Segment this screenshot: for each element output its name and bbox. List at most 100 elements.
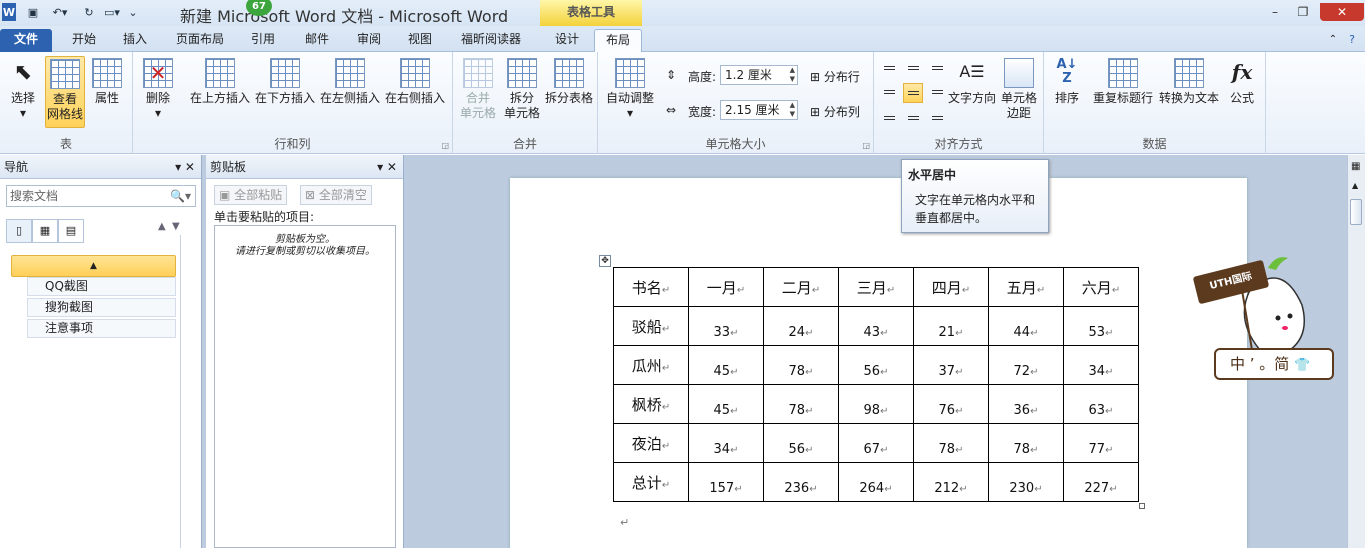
table-cell[interactable]: 五月↵ [988,267,1064,307]
insert-below-button[interactable]: 在下方插入 [254,58,316,106]
spin-arrows-icon[interactable]: ▲ ▼ [790,66,795,84]
table-cell[interactable]: 夜泊↵ [613,423,689,463]
nav-item[interactable]: QQ截图 [27,277,176,296]
pane-close-icon[interactable]: ▾ ✕ [175,155,195,179]
align-top-center-icon[interactable] [904,60,922,76]
align-top-left-icon[interactable] [880,60,898,76]
align-middle-right-icon[interactable] [928,84,946,100]
table-cell[interactable]: 264↵ [838,462,914,502]
table-cell[interactable]: 一月↵ [688,267,764,307]
height-input[interactable]: 1.2 厘米 ▲ ▼ [720,65,798,85]
table-cell[interactable]: 72↵ [988,345,1064,385]
skin-shirt-icon[interactable]: 👕 [1294,358,1310,373]
align-bottom-center-icon[interactable] [904,110,922,126]
table-cell[interactable]: 78↵ [763,384,839,424]
distribute-rows-button[interactable]: ⊞ 分布行 [810,68,860,85]
tab-file[interactable]: 文件 [0,29,52,52]
table-cell[interactable]: 二月↵ [763,267,839,307]
table-cell[interactable]: 76↵ [913,384,989,424]
cell-margins-button[interactable]: 单元格 边距 [998,58,1040,121]
tab-design[interactable]: 设计 [544,29,590,52]
table-cell[interactable]: 三月↵ [838,267,914,307]
tab-insert[interactable]: 插入 [112,29,158,52]
paste-all-button[interactable]: ▣ 全部粘贴 [214,185,288,205]
tab-layout[interactable]: 布局 [594,29,642,52]
table-cell[interactable]: 驳船↵ [613,306,689,346]
table-cell[interactable]: 33↵ [688,306,764,346]
table-cell[interactable]: 63↵ [1063,384,1139,424]
pane-close-icon[interactable]: ▾ ✕ [377,155,397,179]
table-cell[interactable]: 六月↵ [1063,267,1139,307]
scroll-up-icon[interactable]: ▲ [1352,181,1358,190]
word-app-icon[interactable]: W [2,3,16,21]
insert-right-button[interactable]: 在右侧插入 [384,58,446,106]
convert-to-text-button[interactable]: 转换为文本 [1156,58,1222,106]
table-cell[interactable]: 36↵ [988,384,1064,424]
text-direction-button[interactable]: A☰ 文字方向 [946,58,998,106]
headings-view-icon[interactable]: ▯ [6,219,32,243]
table-cell[interactable]: 枫桥↵ [613,384,689,424]
table-cell[interactable]: 四月↵ [913,267,989,307]
align-bottom-left-icon[interactable] [880,110,898,126]
table-cell[interactable]: 67↵ [838,423,914,463]
table-cell[interactable]: 44↵ [988,306,1064,346]
tab-home[interactable]: 开始 [58,29,110,52]
table-cell[interactable]: 总计↵ [613,462,689,502]
table-cell[interactable]: 230↵ [988,462,1064,502]
table-cell[interactable]: 56↵ [763,423,839,463]
table-cell[interactable]: 227↵ [1063,462,1139,502]
view-gridlines-button[interactable]: 查看 网格线 [45,56,85,128]
ruler-toggle-icon[interactable]: ▦ [1351,161,1360,172]
formula-button[interactable]: fx 公式 [1224,58,1260,106]
table-cell[interactable]: 53↵ [1063,306,1139,346]
table-cell[interactable]: 43↵ [838,306,914,346]
undo-icon[interactable]: ↶▾ [48,3,72,21]
vertical-scrollbar[interactable]: ▦ ▲ [1347,155,1365,548]
dialog-launcher-icon[interactable]: ◲ [441,141,449,150]
table-move-handle-icon[interactable]: ✥ [599,255,611,267]
align-bottom-right-icon[interactable] [928,110,946,126]
table-cell[interactable]: 212↵ [913,462,989,502]
tab-review[interactable]: 审阅 [346,29,392,52]
table-cell[interactable]: 56↵ [838,345,914,385]
sort-button[interactable]: A↓ Z 排序 [1050,58,1084,106]
open-folder-icon[interactable]: ▭▾ [102,3,122,21]
width-input[interactable]: 2.15 厘米 ▲ ▼ [720,100,798,120]
table-cell[interactable]: 45↵ [688,384,764,424]
repeat-header-rows-button[interactable]: 重复标题行 [1090,58,1156,106]
merge-cells-button[interactable]: 合并 单元格 [457,58,499,121]
collapse-heading-icon[interactable]: ▲ [11,255,176,277]
redo-icon[interactable]: ↻ [80,3,98,21]
spin-arrows-icon[interactable]: ▲ ▼ [790,101,795,119]
table-cell[interactable]: 78↵ [913,423,989,463]
table-cell[interactable]: 34↵ [688,423,764,463]
table-cell[interactable]: 书名↵ [613,267,689,307]
results-view-icon[interactable]: ▤ [58,219,84,243]
search-input[interactable]: 搜索文档 🔍▾ [6,185,196,207]
table-cell[interactable]: 77↵ [1063,423,1139,463]
table-cell[interactable]: 78↵ [988,423,1064,463]
insert-above-button[interactable]: 在上方插入 [189,58,251,106]
table-cell[interactable]: 45↵ [688,345,764,385]
table-cell[interactable]: 157↵ [688,462,764,502]
table-cell[interactable]: 98↵ [838,384,914,424]
customize-toolbar-icon[interactable]: ⌄ [126,3,140,21]
document-table[interactable]: 书名↵ 一月↵ 二月↵ 三月↵ 四月↵ 五月↵ 六月↵ 驳船↵ 33↵ 24↵ 43↵ 21↵ 44↵ 5… [613,267,1139,502]
distribute-columns-button[interactable]: ⊞ 分布列 [810,103,860,120]
split-cells-button[interactable]: 拆分 单元格 [501,58,543,121]
table-cell[interactable]: 21↵ [913,306,989,346]
properties-button[interactable]: 属性 [90,58,124,106]
save-icon[interactable]: ▣ [24,3,42,21]
insert-left-button[interactable]: 在左侧插入 [319,58,381,106]
minimize-button[interactable]: – [1262,3,1288,21]
table-cell[interactable]: 瓜州↵ [613,345,689,385]
dialog-launcher-icon[interactable]: ◲ [862,141,870,150]
pages-view-icon[interactable]: ▦ [32,219,58,243]
tab-page-layout[interactable]: 页面布局 [166,29,234,52]
table-cell[interactable]: 236↵ [763,462,839,502]
nav-prev-next-icon[interactable]: ▲ ▼ [158,221,180,232]
tab-foxit-reader[interactable]: 福昕阅读器 [452,29,530,52]
close-button[interactable]: ✕ [1320,3,1364,21]
ime-status-bar[interactable]: 中 ’ 。简 👕 [1214,348,1334,380]
search-icon[interactable]: 🔍▾ [170,186,191,206]
